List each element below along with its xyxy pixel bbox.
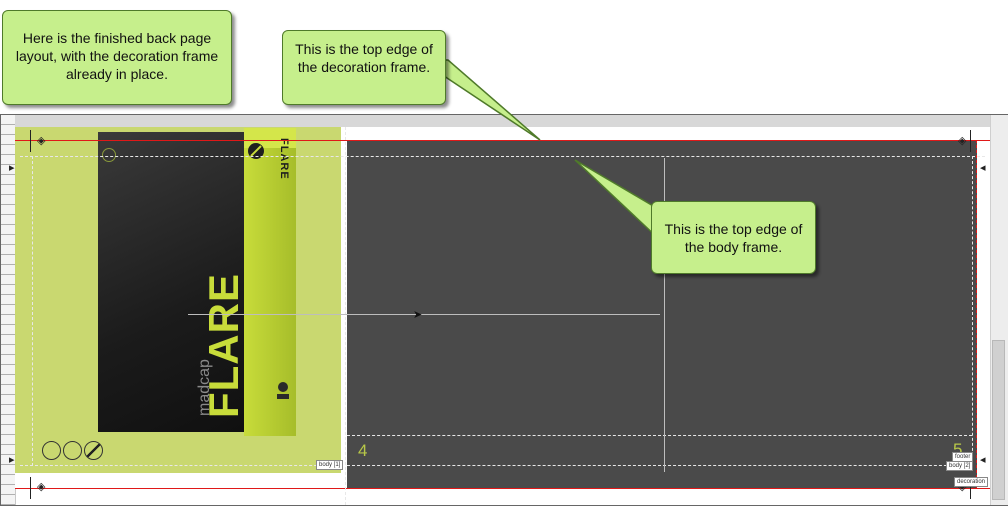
body-callout-text: This is the top edge of the body frame. (664, 221, 803, 255)
body-callout: This is the top edge of the body frame. (651, 201, 816, 274)
body-callout-pointer (574, 159, 661, 242)
